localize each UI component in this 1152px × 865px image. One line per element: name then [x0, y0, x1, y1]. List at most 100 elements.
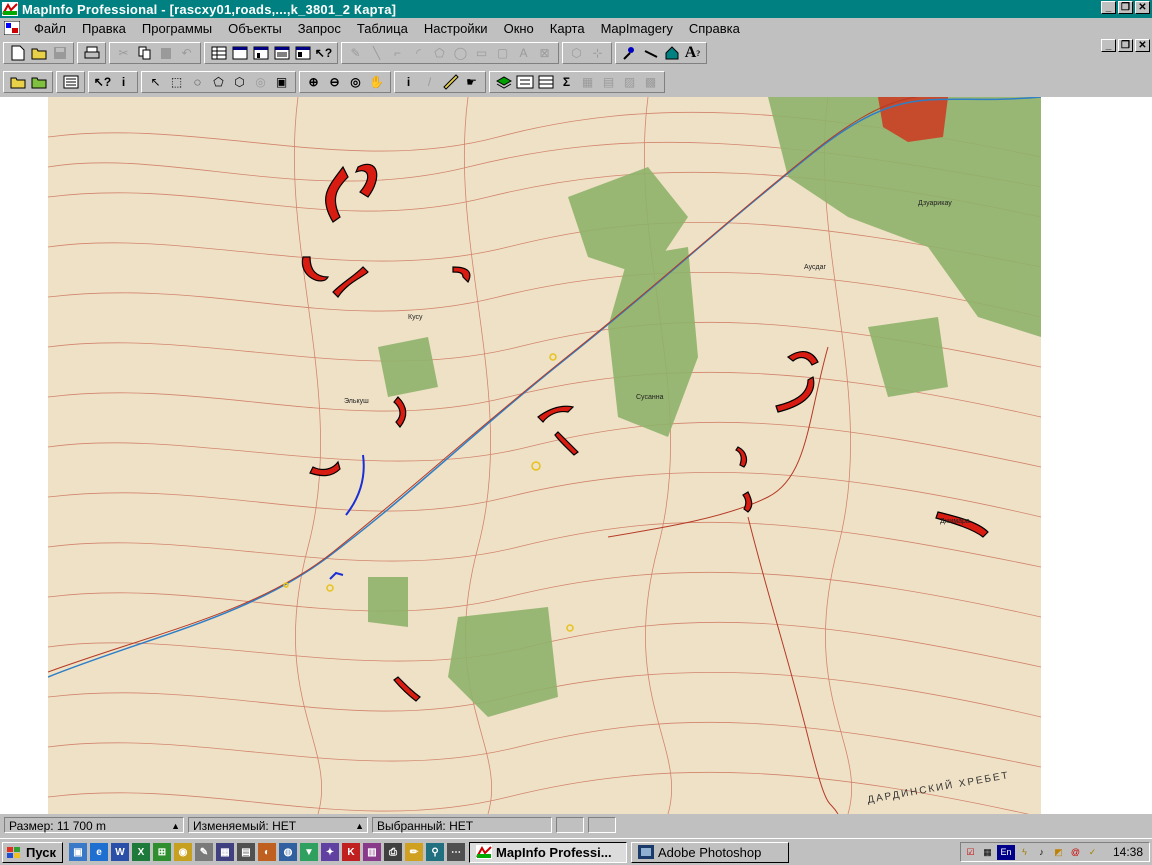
music-note-tray-icon[interactable]: ♪	[1034, 845, 1049, 860]
map-canvas[interactable]: Элькуш Аусдаг Дзуарикау Сусанна Кусу Джи…	[48, 97, 1041, 814]
menu-window[interactable]: Окно	[496, 21, 542, 36]
line-style-icon[interactable]	[640, 43, 661, 63]
arrow-app-icon[interactable]: ▼	[300, 843, 318, 861]
copy-icon[interactable]	[134, 43, 155, 63]
excel-icon[interactable]: X	[132, 843, 150, 861]
clock[interactable]: 14:38	[1113, 845, 1143, 859]
scale-bar-icon[interactable]: ▤	[598, 72, 619, 92]
internet-explorer-icon[interactable]: e	[90, 843, 108, 861]
reshape-tool-icon[interactable]: ⬡	[566, 43, 587, 63]
editable-layer-status[interactable]: Изменяемый: НЕТ ▲	[188, 817, 368, 833]
utility-app-icon[interactable]: ⋯	[447, 843, 465, 861]
unselect-all-icon[interactable]: ▣	[271, 72, 292, 92]
restore-button[interactable]: ❐	[1118, 1, 1133, 14]
pan-hand-icon[interactable]: ✋	[366, 72, 387, 92]
dialup-tray-icon[interactable]: ▦	[980, 845, 995, 860]
map-window-icon[interactable]	[4, 21, 20, 35]
task-photoshop[interactable]: Adobe Photoshop	[631, 841, 789, 863]
acrobat-icon[interactable]: K	[342, 843, 360, 861]
thematic-map-icon[interactable]	[493, 72, 514, 92]
draw-app-icon[interactable]: ✏	[405, 843, 423, 861]
arc-tool-icon[interactable]: ◜	[408, 43, 429, 63]
task-mapinfo[interactable]: MapInfo Professi...	[469, 841, 627, 863]
label-tool-icon[interactable]: /	[419, 72, 440, 92]
word-icon[interactable]: W	[111, 843, 129, 861]
new-redistrict-icon[interactable]	[292, 43, 313, 63]
rectangle-tool-icon[interactable]: ▭	[471, 43, 492, 63]
polygon-tool-icon[interactable]: ⬠	[429, 43, 450, 63]
layer-control-icon[interactable]	[60, 72, 81, 92]
tools-icon[interactable]: ✦	[321, 843, 339, 861]
new-mapper-icon[interactable]	[229, 43, 250, 63]
polyline-tool-icon[interactable]: ⌐	[387, 43, 408, 63]
info-icon[interactable]: i	[113, 72, 134, 92]
zoom-out-icon[interactable]: ⊖	[324, 72, 345, 92]
spreadsheet-icon[interactable]: ⊞	[153, 843, 171, 861]
language-indicator[interactable]: En	[997, 844, 1015, 860]
menu-objects[interactable]: Объекты	[220, 21, 290, 36]
text-tool-icon[interactable]: A	[513, 43, 534, 63]
mdi-minimize-button[interactable]: _	[1101, 39, 1116, 52]
hotlink-icon[interactable]: ▦	[577, 72, 598, 92]
symbol-style-icon[interactable]	[619, 43, 640, 63]
menu-options[interactable]: Настройки	[416, 21, 496, 36]
info-tool-icon[interactable]: i	[398, 72, 419, 92]
menu-edit[interactable]: Правка	[74, 21, 134, 36]
open-table-icon[interactable]	[7, 72, 28, 92]
close-button[interactable]: ✕	[1135, 1, 1150, 14]
mapinfo-app-icon[interactable]	[2, 2, 18, 16]
legend-icon[interactable]	[514, 72, 535, 92]
mdi-close-button[interactable]: ✕	[1135, 39, 1150, 52]
pencil-app-icon[interactable]: ✎	[195, 843, 213, 861]
help-icon[interactable]: ↖?	[92, 72, 113, 92]
disk-icon[interactable]: ◉	[174, 843, 192, 861]
sum-icon[interactable]: Σ	[556, 72, 577, 92]
undo-icon[interactable]: ↶	[176, 43, 197, 63]
minimize-button[interactable]: _	[1101, 1, 1116, 14]
menu-file[interactable]: Файл	[26, 21, 74, 36]
new-file-icon[interactable]	[7, 43, 28, 63]
globe-icon[interactable]: ◍	[279, 843, 297, 861]
menu-map[interactable]: Карта	[542, 21, 593, 36]
boundary-select-icon[interactable]: ⬡	[229, 72, 250, 92]
drag-window-icon[interactable]: ☛	[461, 72, 482, 92]
print-icon[interactable]	[81, 43, 102, 63]
invert-selection-icon[interactable]: ◎	[250, 72, 271, 92]
at-sign-tray-icon[interactable]: @	[1068, 845, 1083, 860]
symbol-tool-icon[interactable]: ✎	[345, 43, 366, 63]
menu-table[interactable]: Таблица	[349, 21, 416, 36]
search-app-icon[interactable]: ⚲	[426, 843, 444, 861]
scanner-icon[interactable]: ▤	[237, 843, 255, 861]
cosmetic-icon[interactable]: ▨	[619, 72, 640, 92]
menu-query[interactable]: Запрос	[290, 21, 349, 36]
explorer-icon[interactable]: ▣	[69, 843, 87, 861]
add-node-tool-icon[interactable]: ⊹	[587, 43, 608, 63]
zoom-in-icon[interactable]: ⊕	[303, 72, 324, 92]
region-style-icon[interactable]	[661, 43, 682, 63]
new-graph-icon[interactable]	[250, 43, 271, 63]
frame-tool-icon[interactable]: ⊠	[534, 43, 555, 63]
start-button[interactable]: Пуск	[2, 841, 63, 863]
save-icon[interactable]	[49, 43, 70, 63]
mdi-restore-button[interactable]: ❐	[1118, 39, 1133, 52]
polygon-select-icon[interactable]: ⬠	[208, 72, 229, 92]
scheduler-tray-icon[interactable]: ◩	[1051, 845, 1066, 860]
select-pointer-icon[interactable]: ↖	[145, 72, 166, 92]
zoom-status[interactable]: Размер: 11 700 m ▲	[4, 817, 184, 833]
new-layout-icon[interactable]	[271, 43, 292, 63]
line-tool-icon[interactable]: ╲	[366, 43, 387, 63]
open-workspace-icon[interactable]	[28, 72, 49, 92]
statistics-icon[interactable]	[535, 72, 556, 92]
antivirus-tray-icon[interactable]: ✓	[1085, 845, 1100, 860]
printer-app-icon[interactable]: ⎙	[384, 843, 402, 861]
ellipse-tool-icon[interactable]: ◯	[450, 43, 471, 63]
grid-maker-icon[interactable]: ▩	[640, 72, 661, 92]
multimedia-icon[interactable]: ▥	[363, 843, 381, 861]
help-pointer-icon[interactable]: ↖?	[313, 43, 334, 63]
marquee-select-icon[interactable]: ⬚	[166, 72, 187, 92]
menu-help[interactable]: Справка	[681, 21, 748, 36]
radius-select-icon[interactable]: ◌	[187, 72, 208, 92]
checkmark-tray-icon[interactable]: ☑	[963, 845, 978, 860]
change-view-icon[interactable]: ◎	[345, 72, 366, 92]
text-style-icon[interactable]: A?	[682, 43, 703, 63]
